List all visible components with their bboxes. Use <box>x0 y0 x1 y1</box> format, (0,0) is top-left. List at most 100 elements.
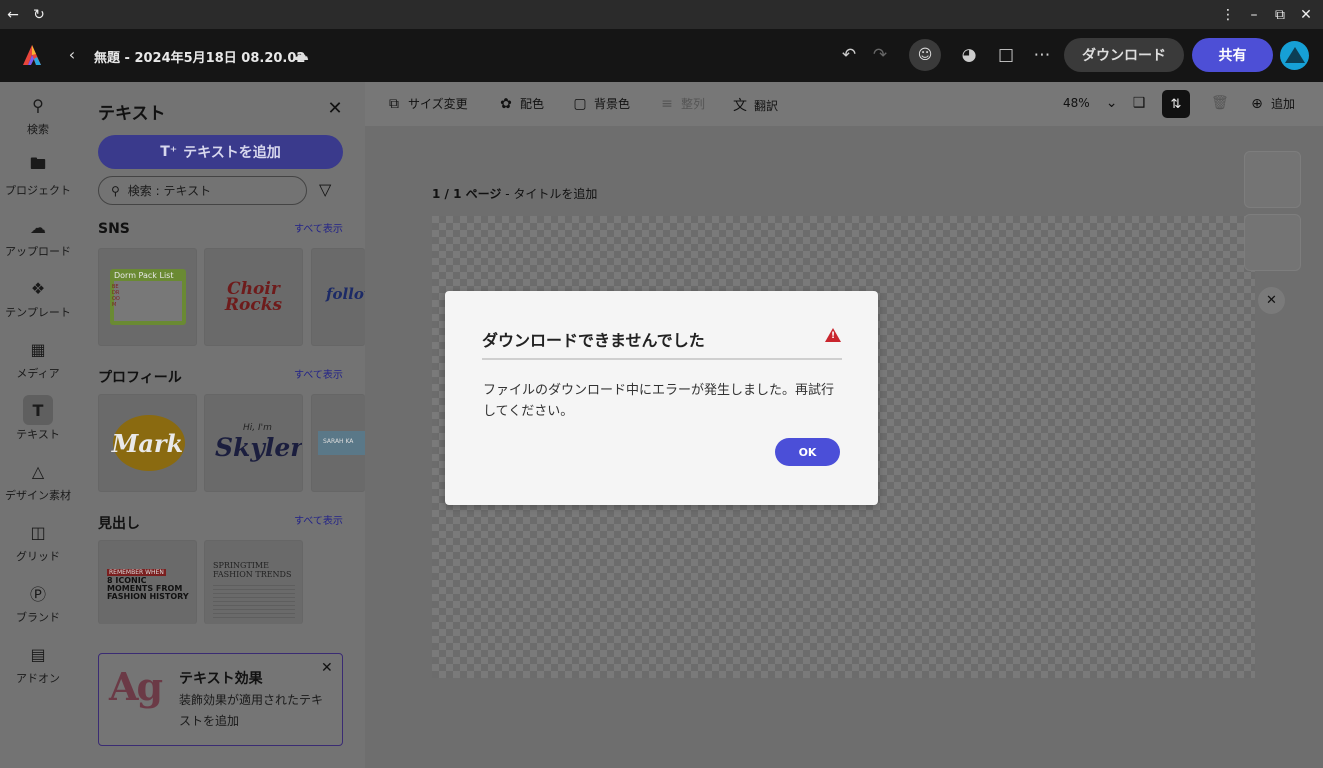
close-window-icon[interactable]: ✕ <box>1293 0 1319 29</box>
page-title: - タイトルを追加 <box>501 187 598 201</box>
folder-icon: 🖿 <box>29 153 46 173</box>
color-button[interactable]: ✿ 配色 <box>498 95 544 112</box>
see-all-link[interactable]: すべて表示 <box>294 512 343 527</box>
add-text-button[interactable]: T⁺ テキストを追加 <box>98 135 343 169</box>
translate-icon: 文 <box>733 98 747 114</box>
thumb-inner: Mark <box>99 395 196 491</box>
minimize-icon[interactable]: – <box>1241 0 1267 29</box>
trash-icon: 🗑 <box>1211 95 1229 111</box>
rail-item-design-elements[interactable]: △ デザイン素材 <box>0 456 76 512</box>
rail-item-search[interactable]: ⚲ 検索 <box>0 90 76 146</box>
align-button[interactable]: ≡ 整列 <box>659 95 705 112</box>
rail-item-text[interactable]: T テキスト <box>0 395 76 451</box>
thumb-inner: Choir Rocks <box>205 249 302 345</box>
close-icon[interactable]: ✕ <box>1258 287 1285 314</box>
divider <box>482 358 842 360</box>
download-button[interactable]: ダウンロード <box>1064 38 1184 72</box>
rail-item-brand[interactable]: Ⓟ ブランド <box>0 578 76 634</box>
zoom-select[interactable]: 48% ⌄ <box>1063 95 1120 111</box>
template-thumbnail[interactable]: Dorm Pack List BEDROOM <box>98 248 197 346</box>
brand-icon: Ⓟ <box>29 585 46 604</box>
comment-icon[interactable]: □ <box>994 43 1018 67</box>
align-icon: ≡ <box>661 95 673 112</box>
text-effect-description: 装飾効果が適用されたテキストを追加 <box>179 693 324 728</box>
text-effect-title: テキスト効果 <box>179 671 263 687</box>
dorm-card: Dorm Pack List BEDROOM <box>110 269 186 325</box>
rail-label: テンプレート <box>5 306 71 319</box>
section-title: プロフィール <box>98 370 182 386</box>
page-label[interactable]: 1 / 1 ページ - タイトルを追加 <box>432 185 597 202</box>
text-effect-card[interactable]: Ag テキスト効果 装飾効果が適用されたテキストを追加 ✕ <box>98 653 343 746</box>
thumb-text: SPRINGTIME FASHION TRENDS <box>213 561 292 579</box>
layers-toggle-icon[interactable]: ⇅ <box>1162 90 1190 118</box>
page-number: 1 / 1 ページ <box>432 187 502 201</box>
left-rail: ⚲ 検索 🖿 プロジェクト ☁ アップロード ❖ テンプレート ▦ メディア T… <box>0 82 76 768</box>
text-lines <box>213 585 295 619</box>
invite-user-icon[interactable]: ☺ <box>909 39 941 71</box>
more-horizontal-icon[interactable]: ⋯ <box>1030 43 1054 67</box>
close-icon[interactable]: ✕ <box>326 98 344 119</box>
lightbulb-icon[interactable]: ◕ <box>957 43 981 67</box>
search-input[interactable]: ⚲ 検索 : テキスト <box>98 176 307 205</box>
template-thumbnail[interactable]: SPRINGTIME FASHION TRENDS <box>204 540 303 624</box>
page-thumb-slot[interactable] <box>1244 151 1301 208</box>
see-all-link[interactable]: すべて表示 <box>294 366 343 381</box>
delete-icon[interactable]: 🗑 <box>1211 95 1229 111</box>
adobe-express-logo[interactable] <box>20 43 44 67</box>
background-color-button[interactable]: ▢ 背景色 <box>572 95 630 112</box>
template-thumbnail[interactable]: Hi, I'm Skyler <box>204 394 303 492</box>
dorm-list <box>114 281 182 321</box>
template-thumbnail[interactable]: follow <box>311 248 365 346</box>
thumb-text: Hi, I'm <box>243 423 272 433</box>
filter-icon[interactable]: ▽ <box>319 180 331 199</box>
thumb-text: Choir Rocks <box>224 279 283 315</box>
text-icon: T <box>23 395 53 425</box>
back-arrow-icon[interactable]: ← <box>0 0 26 29</box>
add-button[interactable]: ⊕ 追加 <box>1249 95 1295 112</box>
rail-item-projects[interactable]: 🖿 プロジェクト <box>0 151 76 207</box>
reload-icon[interactable]: ↻ <box>26 0 52 29</box>
more-vertical-icon[interactable]: ⋮ <box>1215 0 1241 29</box>
thumb-text: Mark <box>111 428 184 458</box>
search-placeholder: 検索 : テキスト <box>127 184 212 198</box>
rail-item-upload[interactable]: ☁ アップロード <box>0 212 76 268</box>
page-icon[interactable]: ❑ <box>1131 95 1147 111</box>
redo-icon[interactable]: ↷ <box>868 43 892 67</box>
resize-button[interactable]: ⧉ サイズ変更 <box>386 95 468 112</box>
dialog-message: ファイルのダウンロード中にエラーが発生しました。再試行してください。 <box>483 383 835 419</box>
app-header: ‹ 無題 - 2024年5月18日 08.20.02 ☁ ↶ ↷ ☺ ◕ □ ⋯… <box>0 29 1323 82</box>
template-thumbnail[interactable]: Mark <box>98 394 197 492</box>
template-thumbnail[interactable]: REMEMBER WHEN 8 ICONIC MOMENTS FROM FASH… <box>98 540 197 624</box>
back-chevron-icon[interactable]: ‹ <box>64 45 80 64</box>
browser-toolbar: ← ↻ ⋮ – ⧉ ✕ <box>0 0 1323 29</box>
rail-label: プロジェクト <box>5 184 71 197</box>
translate-button[interactable]: 文翻訳 <box>732 95 778 115</box>
undo-icon[interactable]: ↶ <box>837 43 861 67</box>
see-all-link[interactable]: すべて表示 <box>294 220 343 235</box>
rail-item-templates[interactable]: ❖ テンプレート <box>0 273 76 329</box>
template-thumbnail[interactable]: Choir Rocks <box>204 248 303 346</box>
cloud-icon: ☁ <box>292 45 309 65</box>
restore-icon[interactable]: ⧉ <box>1267 0 1293 29</box>
template-thumbnail[interactable]: SARAH KA <box>311 394 365 492</box>
avatar[interactable] <box>1280 41 1309 70</box>
rail-item-media[interactable]: ▦ メディア <box>0 334 76 390</box>
dialog-title: ダウンロードできませんでした <box>482 331 705 350</box>
rail-item-grid[interactable]: ◫ グリッド <box>0 517 76 573</box>
thumb-text: SARAH KA <box>323 438 354 445</box>
rail-label: アップロード <box>5 245 71 258</box>
canvas-toolbar: ⧉ サイズ変更 ✿ 配色 ▢ 背景色 ≡ 整列 文翻訳 48% ⌄ ❑ ⇅ 🗑 ⊕ 追加 <box>365 82 1323 126</box>
share-button[interactable]: 共有 <box>1192 38 1273 72</box>
ok-button[interactable]: OK <box>775 438 840 466</box>
toolbar-label: 追加 <box>1271 97 1296 111</box>
chevron-down-icon: ⌄ <box>1105 95 1118 111</box>
thumb-text: REMEMBER WHEN <box>107 569 166 576</box>
rail-item-addons[interactable]: ▤ アドオン <box>0 639 76 695</box>
thumb-text: BEDROOM <box>112 284 120 308</box>
toolbar-label: 背景色 <box>594 97 631 111</box>
page-thumb-slot[interactable] <box>1244 214 1301 271</box>
close-icon[interactable]: ✕ <box>321 660 333 676</box>
rail-label: アドオン <box>16 672 60 685</box>
document-title[interactable]: 無題 - 2024年5月18日 08.20.02 <box>94 47 305 66</box>
rail-label: ブランド <box>16 611 60 624</box>
